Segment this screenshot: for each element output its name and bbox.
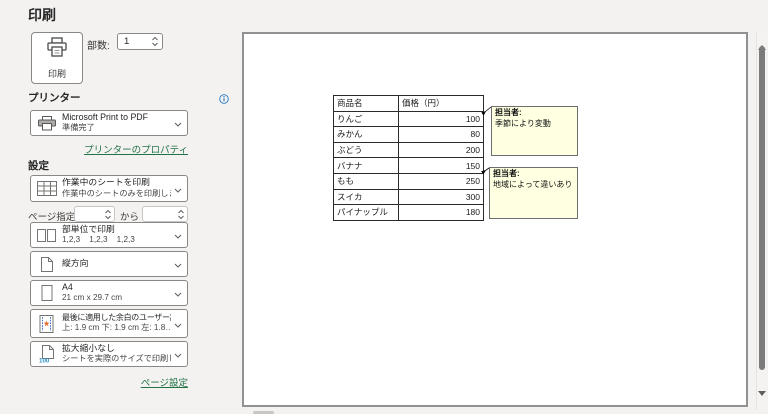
print-what-subtitle: 作業中のシートのみを印刷します xyxy=(62,189,171,200)
table-row: ぶどう200 xyxy=(334,142,484,158)
printer-small-icon xyxy=(34,116,59,131)
sheet-grid-icon xyxy=(34,181,59,196)
scaling-select[interactable]: 100 拡大縮小なし シートを実際のサイズで印刷します xyxy=(30,341,188,367)
product-name-cell: みかん xyxy=(334,127,399,143)
copies-value: 1 xyxy=(124,36,151,47)
margins-subtitle: 上: 1.9 cm 下: 1.9 cm 左: 1.8… xyxy=(62,323,171,334)
printer-properties-link[interactable]: プリンターのプロパティ xyxy=(84,145,188,156)
table-row: みかん80 xyxy=(334,127,484,143)
table-header-row: 商品名 価格（円） xyxy=(334,96,484,112)
margins-select[interactable]: 最後に適用した余白のユーザー設定 上: 1.9 cm 下: 1.9 cm 左: … xyxy=(30,309,188,338)
price-cell: 150 xyxy=(399,158,484,174)
collation-title: 部単位で印刷 xyxy=(62,224,171,235)
printer-section-header: プリンター xyxy=(28,90,81,105)
comment-arrows xyxy=(244,34,746,405)
chevron-down-icon xyxy=(174,226,182,244)
preview-table-body: りんご100みかん80ぶどう200バナナ150もも250スイカ300パイナップル… xyxy=(334,111,484,220)
printer-icon xyxy=(45,37,69,64)
chevron-down-icon xyxy=(174,114,182,132)
preview-scrollbar[interactable] xyxy=(756,32,766,410)
paper-size-subtitle: 21 cm x 29.7 cm xyxy=(62,293,171,304)
print-what-title: 作業中のシートを印刷 xyxy=(62,177,171,188)
scaling-title: 拡大縮小なし xyxy=(62,343,171,354)
printer-name: Microsoft Print to PDF xyxy=(62,112,171,123)
pages-label: ページ指定: xyxy=(28,209,78,223)
price-cell: 200 xyxy=(399,142,484,158)
chevron-down-icon xyxy=(174,180,182,198)
table-row: もも250 xyxy=(334,173,484,189)
info-icon[interactable] xyxy=(219,91,229,109)
settings-section-header: 設定 xyxy=(28,158,49,173)
margins-title: 最後に適用した余白のユーザー設定 xyxy=(62,313,171,323)
pages-to-input[interactable] xyxy=(142,206,188,222)
print-button[interactable]: 印刷 xyxy=(31,32,83,84)
table-row: りんご100 xyxy=(334,111,484,127)
print-button-label: 印刷 xyxy=(48,67,66,80)
product-name-cell: りんご xyxy=(334,111,399,127)
header-price: 価格（円） xyxy=(399,96,484,112)
price-cell: 80 xyxy=(399,127,484,143)
product-name-cell: パイナップル xyxy=(334,205,399,221)
product-name-cell: もも xyxy=(334,173,399,189)
svg-text:100: 100 xyxy=(39,358,50,364)
chevron-down-icon xyxy=(174,284,182,302)
print-what-select[interactable]: 作業中のシートを印刷 作業中のシートのみを印刷します xyxy=(30,175,188,202)
chevron-down-icon xyxy=(174,255,182,273)
product-name-cell: ぶどう xyxy=(334,142,399,158)
table-row: パイナップル180 xyxy=(334,205,484,221)
price-cell: 180 xyxy=(399,205,484,221)
pages-separator-label: から xyxy=(120,209,139,223)
comment-box: 担当者: 季節により変動 xyxy=(491,106,578,156)
table-row: バナナ150 xyxy=(334,158,484,174)
page-title: 印刷 xyxy=(28,5,56,25)
comment-text: 地域によって違いあり xyxy=(493,180,572,189)
chevron-down-icon xyxy=(174,345,182,363)
price-cell: 300 xyxy=(399,189,484,205)
orientation-select[interactable]: 縦方向 xyxy=(30,251,188,277)
header-product-name: 商品名 xyxy=(334,96,399,112)
page-setup-link[interactable]: ページ設定 xyxy=(141,378,188,389)
comment-text: 季節により変動 xyxy=(495,119,551,128)
copies-label: 部数: xyxy=(87,37,110,52)
collate-icon xyxy=(34,229,59,242)
margins-icon xyxy=(34,315,59,333)
copies-spinner[interactable] xyxy=(151,36,159,47)
comment-author: 担当者: xyxy=(493,169,520,178)
paper-size-title: A4 xyxy=(62,282,171,293)
scrollbar-thumb[interactable] xyxy=(759,46,765,370)
printer-status: 準備完了 xyxy=(62,123,171,134)
scaling-subtitle: シートを実際のサイズで印刷します xyxy=(62,354,171,365)
price-cell: 100 xyxy=(399,111,484,127)
preview-table: 商品名 価格（円） りんご100みかん80ぶどう200バナナ150もも250スイ… xyxy=(333,95,484,221)
collation-subtitle: 1,2,3 1,2,3 1,2,3 xyxy=(62,235,171,246)
price-cell: 250 xyxy=(399,173,484,189)
comment-box: 担当者: 地域によって違いあり xyxy=(489,167,578,219)
printer-select[interactable]: Microsoft Print to PDF 準備完了 xyxy=(30,110,188,136)
product-name-cell: スイカ xyxy=(334,189,399,205)
pages-from-input[interactable] xyxy=(74,206,115,222)
table-row: スイカ300 xyxy=(334,189,484,205)
orientation-title: 縦方向 xyxy=(62,258,171,269)
scaling-icon: 100 xyxy=(34,345,59,363)
chevron-down-icon xyxy=(174,315,182,333)
collation-select[interactable]: 部単位で印刷 1,2,3 1,2,3 1,2,3 xyxy=(30,222,188,248)
paper-icon xyxy=(34,285,59,301)
comment-author: 担当者: xyxy=(495,108,522,117)
paper-size-select[interactable]: A4 21 cm x 29.7 cm xyxy=(30,280,188,306)
copies-input[interactable]: 1 xyxy=(117,33,163,50)
portrait-page-icon xyxy=(34,256,59,273)
print-preview-page: 商品名 価格（円） りんご100みかん80ぶどう200バナナ150もも250スイ… xyxy=(242,32,748,407)
pages-from-spinner[interactable] xyxy=(104,209,112,220)
product-name-cell: バナナ xyxy=(334,158,399,174)
pages-to-spinner[interactable] xyxy=(177,209,185,220)
scroll-down-icon[interactable] xyxy=(758,383,766,401)
